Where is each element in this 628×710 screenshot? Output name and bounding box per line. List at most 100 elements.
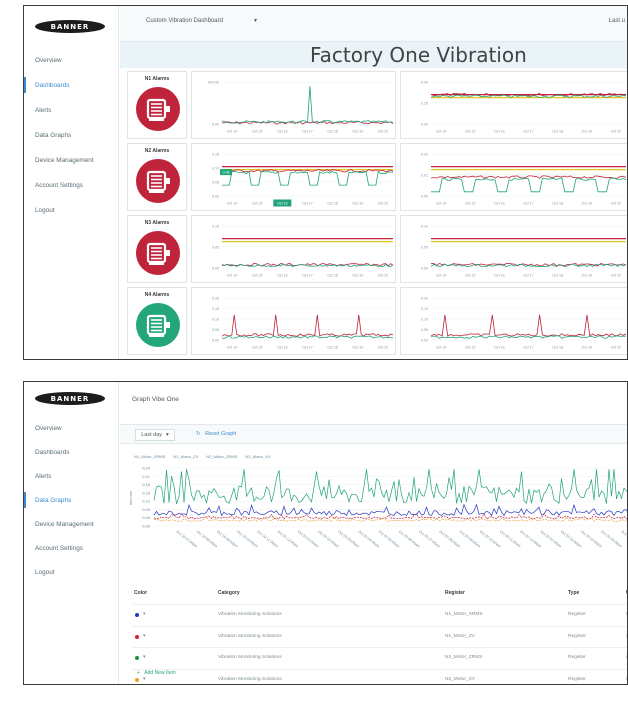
sidebar-item-alerts[interactable]: Alerts: [24, 468, 119, 484]
column-header: Type: [568, 590, 580, 596]
x-tick-label: Oct 20 09:00am: [459, 530, 482, 549]
x-tick-label: Oct 18: [552, 202, 563, 206]
y-tick-label: 0.06: [142, 515, 151, 520]
sidebar-item-dashboards[interactable]: Dashboards: [24, 77, 119, 93]
y-tick-label: 0.05: [421, 246, 428, 250]
y-tick-label: 0.40: [421, 81, 428, 85]
reset-graph-button[interactable]: ↻ Reset Graph: [196, 431, 236, 437]
alarm-card[interactable]: N4 Alarms: [127, 287, 187, 355]
table-row[interactable]: ▾ Vibration Monitoring Solutions N1_Motor_…: [132, 604, 627, 625]
y-tick-label: 0.10: [212, 225, 219, 229]
x-tick-label: Oct 17: [302, 274, 313, 278]
add-new-item-button[interactable]: + Add New Item: [137, 670, 176, 676]
color-swatch[interactable]: [135, 613, 139, 617]
x-tick-label: Oct 18: [327, 274, 338, 278]
sidebar-item-account-settings[interactable]: Account Settings: [24, 540, 119, 556]
x-tick-label: Oct 20: [378, 130, 389, 134]
reset-graph-label: Reset Graph: [205, 431, 237, 437]
chevron-down-icon[interactable]: ▾: [143, 677, 145, 682]
dashboard-selector[interactable]: Custom Vibration Dashboard: [146, 18, 223, 24]
sidebar-item-dashboards[interactable]: Dashboards: [24, 444, 119, 460]
vibration-chart[interactable]: 0.02 0.01 0.00 Oct 14 Oct 15 Oct 16 Oct 17 Oct …: [400, 143, 627, 211]
x-tick-label: Oct 20: [378, 202, 389, 206]
x-tick-label: Oct 16: [494, 130, 505, 134]
table-row[interactable]: ▾ Vibration Monitoring Solutions N2_Motor_…: [132, 668, 627, 685]
cell-category: Vibration Monitoring Solutions: [218, 633, 282, 639]
vibration-chart[interactable]: 500.00 0.00 Oct 14 Oct 15 Oct 16 Oct 17 Oct 18…: [191, 71, 396, 139]
sidebar-item-logout[interactable]: Logout: [24, 564, 119, 580]
chevron-down-icon[interactable]: ▾: [254, 17, 257, 24]
legend-item[interactable]: N2_Motor_ZRMS: [206, 454, 237, 459]
alarm-title: N1 Alarms: [144, 76, 170, 82]
y-tick-label: 0.20: [212, 297, 219, 301]
vibration-chart-svg: 0.20 0.15 0.10 0.05 0.00 Oct 14 Oct 15 Oct 16 Oc…: [421, 297, 627, 350]
legend-item[interactable]: N2_Motor_XV: [245, 454, 270, 459]
sidebar-item-device-management[interactable]: Device Management: [24, 152, 119, 168]
alarm-status-indicator: [136, 303, 180, 347]
x-tick-label: Oct 20 02:00am: [317, 530, 340, 549]
x-tick-label: Oct 17: [523, 346, 534, 350]
x-tick-label: Oct 18: [327, 202, 338, 206]
y-tick-label: 0.15: [212, 307, 219, 311]
table-row[interactable]: ▾ Vibration Monitoring Solutions N2_Motor_…: [132, 647, 627, 668]
x-tick-label: Oct 16: [277, 202, 288, 206]
vibration-chart[interactable]: 0.20 0.15 0.10 0.05 0.00 Oct 14 Oct 15 Oct 16 Oc…: [191, 287, 396, 355]
motor-icon: [146, 170, 170, 193]
color-swatch[interactable]: [135, 634, 139, 639]
y-tick-label: 0.00: [421, 339, 428, 343]
banner-logo: BANNER: [35, 392, 105, 405]
chevron-down-icon[interactable]: ▾: [143, 655, 145, 660]
legend-item[interactable]: N1_Motor_ZV: [173, 454, 198, 459]
x-tick-label: Oct 14: [436, 130, 447, 134]
alarm-card[interactable]: N1 Alarms: [127, 71, 187, 139]
sidebar-item-alerts[interactable]: Alerts: [24, 102, 119, 118]
color-swatch[interactable]: [135, 656, 139, 660]
sidebar-item-account-settings[interactable]: Account Settings: [24, 177, 119, 193]
sidebar-item-data-graphs[interactable]: Data Graphs: [24, 492, 119, 508]
vibration-chart[interactable]: 0.40 0.20 0.00 Oct 14 Oct 15 Oct 16 Oct 17 Oct …: [400, 71, 627, 139]
alarm-title: N3 Alarms: [144, 220, 170, 226]
x-tick-label: Oct 16: [277, 346, 288, 350]
vibration-chart-svg: 0.10 0.05 0.00 Oct 14 Oct 15 Oct 16 Oct 17 Oct …: [421, 225, 627, 278]
page-title: Factory One Vibration: [310, 43, 527, 67]
x-tick-label: Oct 20 03:00am: [337, 530, 360, 549]
time-range-dropdown[interactable]: Last day ▾: [135, 429, 175, 441]
red-trace: [430, 175, 627, 179]
vibration-chart[interactable]: 0.10 0.05 0.00 Oct 14 Oct 15 Oct 16 Oct 17 Oct …: [400, 215, 627, 283]
vibration-chart[interactable]: 0.10 0.05 0.00 Oct 14 Oct 15 Oct 16 Oct 17 Oct …: [191, 215, 396, 283]
color-swatch[interactable]: [135, 677, 139, 682]
vibration-graph[interactable]: 0.24 0.21 0.18 0.15 0.12 0.09 0.06 0.03 in/s rms…: [120, 462, 627, 580]
chevron-down-icon[interactable]: ▾: [143, 634, 145, 639]
add-new-item-label: Add New Item: [144, 670, 176, 676]
y-tick-label: 0.00: [212, 123, 219, 127]
refresh-icon: ↻: [196, 431, 201, 437]
y-tick-label: 0.20: [421, 297, 428, 301]
sidebar-item-overview[interactable]: Overview: [24, 52, 119, 68]
sidebar-item-logout[interactable]: Logout: [24, 202, 119, 218]
sidebar-item-data-graphs[interactable]: Data Graphs: [24, 127, 119, 143]
sidebar-item-device-management[interactable]: Device Management: [24, 516, 119, 532]
chevron-down-icon[interactable]: ▾: [143, 612, 145, 617]
x-tick-label: Oct 15: [465, 130, 476, 134]
x-tick-label: Oct 14: [227, 202, 238, 206]
x-tick-label: Oct 19: [353, 274, 364, 278]
sidebar-item-overview[interactable]: Overview: [24, 420, 119, 436]
vibration-chart[interactable]: 0.20 0.15 0.10 0.05 0.00 Oct 14 Oct 15 Oct 16 Oc…: [400, 287, 627, 355]
vibration-chart[interactable]: 0.15 0.10 0.05 0.00 Oct 14 Oct 15 Oct 16 Oct 17…: [191, 143, 396, 211]
y-tick-label: 0.18: [142, 482, 151, 487]
y-tick-label: 0.00: [212, 267, 219, 271]
x-tick-label: Oct 20 07:00am: [418, 530, 441, 549]
x-tick-label: Oct 19: [353, 130, 364, 134]
x-tick-label: Oct 14: [227, 130, 238, 134]
legend-item[interactable]: N1_Motor_XRMS: [134, 454, 165, 459]
alarm-card[interactable]: N3 Alarms: [127, 215, 187, 283]
y-tick-label: 0.09: [142, 507, 151, 512]
table-row[interactable]: ▾ Vibration Monitoring Solutions N1_Motor_…: [132, 625, 627, 647]
x-tick-label: Oct 19 07:00pm: [175, 530, 198, 549]
vibration-chart-svg: 500.00 0.00 Oct 14 Oct 15 Oct 16 Oct 17 Oct 18…: [208, 81, 394, 134]
alarm-card[interactable]: N2 Alarms: [127, 143, 187, 211]
vibration-chart-svg: 0.40 0.20 0.00 Oct 14 Oct 15 Oct 16 Oct 17 Oct …: [421, 81, 627, 134]
dashboard-window: BANNER Overview Dashboards Alerts Data Grap…: [23, 5, 628, 360]
graph-title: Graph Vibe One: [132, 396, 179, 403]
cell-type: Register: [568, 612, 586, 617]
